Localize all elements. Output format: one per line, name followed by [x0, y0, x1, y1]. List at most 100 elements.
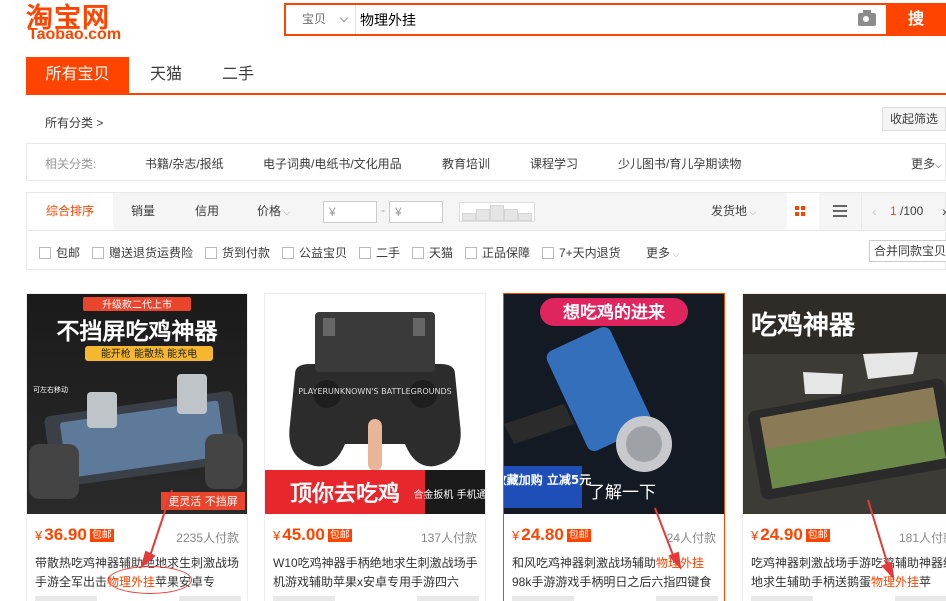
product-card[interactable]: 想吃鸡的进来 收藏加购 立减5元 了解一下 ¥24.80 包邮 24人付款 和风吃…: [503, 293, 725, 601]
price-max-input[interactable]: ¥: [389, 201, 443, 223]
filter-label: 公益宝贝: [299, 246, 348, 260]
product-title-link[interactable]: W10吃鸡神器手柄绝地求生刺激战场手机游戏辅助苹果x安卓专用手游四六: [273, 554, 479, 592]
collapse-filter-button[interactable]: 收起筛选: [882, 107, 946, 131]
ship-from-label: 发货地: [711, 204, 748, 218]
search-category-select[interactable]: 宝贝: [286, 5, 356, 34]
checkbox[interactable]: [542, 247, 554, 259]
sales-count: 2235人付款: [176, 531, 239, 545]
price-min-input[interactable]: ¥: [323, 201, 377, 223]
free-shipping-badge: 包邮: [805, 529, 830, 542]
product-card[interactable]: PLAYERUNKNOWN'S BATTLEGROUNDS 顶你去吃鸡 合金扳机…: [264, 293, 486, 601]
sort-default[interactable]: 综合排序: [27, 193, 113, 230]
related-category-link[interactable]: 电子词典/电纸书/文化用品: [263, 155, 402, 172]
product-price: ¥24.90 包邮: [751, 525, 830, 545]
filter-cod[interactable]: 货到付款: [205, 244, 270, 261]
chevron-down-icon: ⌵: [281, 207, 291, 217]
checkbox[interactable]: [412, 247, 424, 259]
free-shipping-badge: 包邮: [327, 529, 352, 542]
all-categories-link[interactable]: 所有分类 >: [45, 114, 103, 131]
sort-bar: 综合排序 销量 信用 价格 ⌵ ¥ - ¥ 发货地 ⌵ ‹ 1 /100 ›: [26, 192, 946, 231]
image-tag: 可左右移动: [33, 385, 68, 394]
taobao-logo[interactable]: 淘宝网 Taobao.com: [26, 0, 136, 46]
shop-info-row: [751, 596, 946, 601]
search-input[interactable]: [360, 5, 850, 34]
image-side-tag: 了解一下: [588, 483, 656, 503]
product-card[interactable]: 升级款二代上市 不挡屏吃鸡神器 能开枪 能散热 能充电 可左右移动 更灵活 不挡…: [26, 293, 248, 601]
product-title-link[interactable]: 和风吃鸡神器刺激战场辅助物理外挂 98k手游游戏手柄明日之后六指四键食: [512, 554, 718, 592]
shop-info-row: [512, 596, 718, 601]
related-more-link[interactable]: 更多⌵: [911, 155, 942, 172]
filter-label: 货到付款: [222, 246, 271, 260]
title-text: W10吃鸡神器手柄绝地求生刺激战场手机游戏辅助苹果x安卓专用手游四六: [273, 556, 478, 589]
filter-7day-return[interactable]: 7+天内退货: [542, 244, 621, 261]
sort-price-label: 价格: [257, 204, 282, 218]
filter-second-hand[interactable]: 二手: [359, 244, 400, 261]
price-range-dash: -: [381, 203, 385, 217]
tab-tmall[interactable]: 天猫: [136, 57, 196, 93]
next-page-icon[interactable]: ›: [942, 193, 946, 230]
product-image[interactable]: 升级款二代上市 不挡屏吃鸡神器 能开枪 能散热 能充电 可左右移动 更灵活 不挡…: [27, 294, 247, 514]
list-view-icon[interactable]: [833, 205, 847, 217]
chevron-down-icon: ⌵: [670, 249, 680, 259]
image-top-banner: 升级款二代上市: [102, 298, 172, 311]
product-title-link[interactable]: 吃鸡神器刺激战场手游吃鸡辅助神器绝地求生辅助手柄送鹅蛋物理外挂苹: [751, 554, 946, 592]
category-breadcrumb-row: 所有分类 > 收起筛选: [26, 107, 946, 135]
tab-second-hand[interactable]: 二手: [208, 57, 268, 93]
filter-more[interactable]: 更多 ⌵: [646, 244, 679, 261]
product-price: ¥24.80 包邮: [512, 525, 591, 545]
image-main-title: 想吃鸡的进来: [563, 302, 666, 323]
product-image[interactable]: PLAYERUNKNOWN'S BATTLEGROUNDS 顶你去吃鸡 合金扳机…: [265, 294, 485, 514]
currency-symbol: ¥: [751, 528, 759, 543]
checkbox[interactable]: [282, 247, 294, 259]
product-card[interactable]: 吃鸡神器 ¥24.90包邮 181人付款 吃鸡神器刺激战场手游吃鸡辅助神器绝地求…: [742, 293, 946, 601]
currency-symbol: ¥: [35, 528, 43, 543]
logo-english: Taobao.com: [28, 26, 122, 43]
free-shipping-badge: 包邮: [89, 529, 114, 542]
chevron-down-icon: [339, 13, 349, 23]
camera-icon[interactable]: [858, 10, 876, 26]
image-bottom-tag: 更灵活 不挡屏: [168, 494, 238, 508]
filter-genuine[interactable]: 正品保障: [465, 244, 530, 261]
search-button[interactable]: 搜 索: [886, 3, 946, 61]
sales-count: 137人付款: [420, 531, 477, 545]
related-category-link[interactable]: 少儿图书/育儿孕期读物: [618, 155, 741, 172]
product-image[interactable]: 想吃鸡的进来 收藏加购 立减5元 了解一下: [504, 294, 724, 514]
filter-label: 正品保障: [482, 246, 531, 260]
sort-credit[interactable]: 信用: [195, 193, 219, 230]
related-category-link[interactable]: 课程学习: [530, 155, 578, 172]
price-bar: [518, 213, 532, 221]
filter-tmall[interactable]: 天猫: [412, 244, 453, 261]
image-main-title: 顶你去吃鸡: [290, 481, 400, 507]
related-category-link[interactable]: 书籍/杂志/报纸: [145, 155, 224, 172]
image-main-title: 吃鸡神器: [751, 310, 856, 341]
filter-charity[interactable]: 公益宝贝: [282, 244, 347, 261]
filter-label: 天猫: [429, 246, 454, 260]
price-bar: [504, 209, 518, 221]
related-category-link[interactable]: 教育培训: [442, 155, 490, 172]
grid-view-icon[interactable]: [787, 193, 819, 230]
checkbox[interactable]: [465, 247, 477, 259]
checkbox[interactable]: [39, 247, 51, 259]
sales-count: 24人付款: [666, 531, 716, 545]
tab-all-items[interactable]: 所有宝贝: [26, 57, 129, 93]
filter-return-insurance[interactable]: 赠送退货运费险: [92, 244, 193, 261]
price-value: 36.90: [44, 525, 87, 544]
search-category-label: 宝贝: [302, 12, 327, 26]
ship-from-filter[interactable]: 发货地 ⌵: [711, 193, 756, 230]
prev-page-icon[interactable]: ‹: [872, 193, 877, 230]
title-text: 苹: [919, 575, 932, 589]
total-pages: /100: [900, 204, 924, 218]
shop-info-row: [273, 596, 479, 601]
price-bar: [476, 209, 490, 221]
filter-free-shipping[interactable]: 包邮: [39, 244, 80, 261]
filter-more-label: 更多: [646, 246, 671, 260]
price-distribution-chart[interactable]: [459, 202, 535, 222]
checkbox[interactable]: [92, 247, 104, 259]
sort-sales[interactable]: 销量: [131, 193, 155, 230]
sort-price[interactable]: 价格 ⌵: [257, 193, 290, 230]
merge-same-items-toggle[interactable]: 合并同款宝贝: [869, 240, 946, 262]
title-text: 和风吃鸡神器刺激战场辅助: [512, 556, 657, 570]
product-image[interactable]: 吃鸡神器: [743, 294, 946, 514]
checkbox[interactable]: [359, 247, 371, 259]
checkbox[interactable]: [205, 247, 217, 259]
